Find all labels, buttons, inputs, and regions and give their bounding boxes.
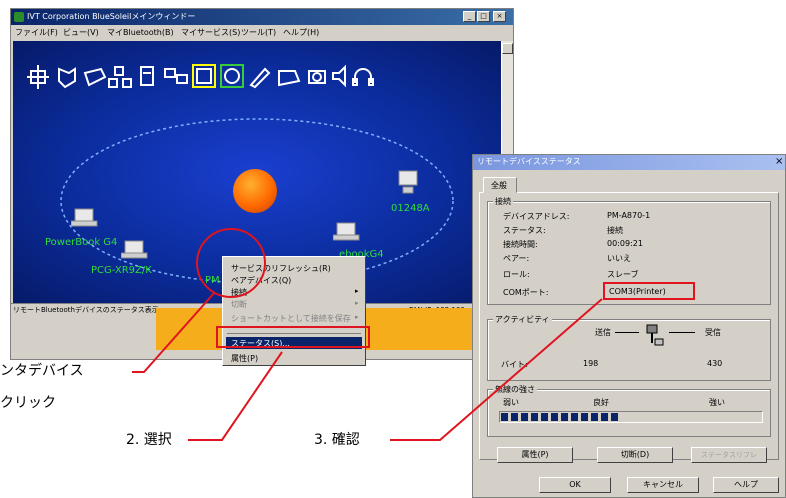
tab-general[interactable]: 全般 bbox=[483, 177, 517, 193]
callout-line-step1 bbox=[132, 291, 216, 373]
callout-line-step2 bbox=[188, 351, 283, 441]
annotation-callout-lines bbox=[132, 291, 603, 441]
callout-line-step3 bbox=[390, 298, 603, 441]
tab-general-label: 全般 bbox=[491, 181, 507, 190]
